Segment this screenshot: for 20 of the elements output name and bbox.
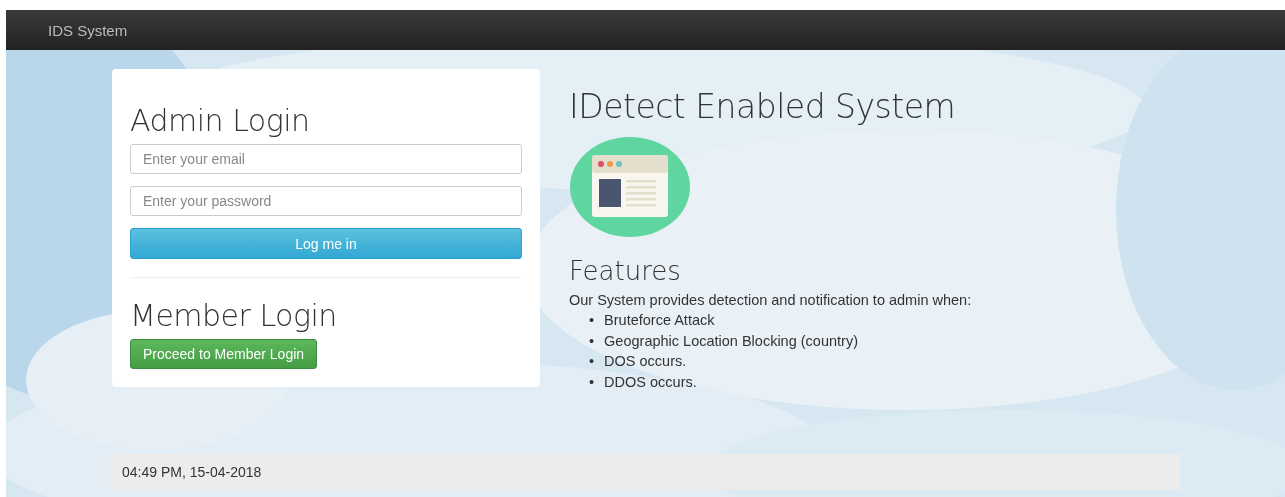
bullet: • (589, 372, 595, 392)
browser-window-icon (569, 136, 691, 238)
admin-login-heading: Admin Login (130, 103, 311, 138)
login-button[interactable]: Log me in (130, 228, 522, 259)
member-login-button[interactable]: Proceed to Member Login (130, 339, 318, 369)
feature-item: DDOS occurs. (604, 372, 697, 392)
bullet: • (589, 331, 595, 351)
feature-item: Geographic Location Blocking (country) (604, 331, 858, 351)
email-field[interactable]: Enter your email (130, 144, 522, 174)
system-title: IDetect Enabled System (569, 87, 957, 126)
feature-item: DOS occurs. (604, 352, 687, 371)
member-login-heading: Member Login (130, 298, 338, 333)
bullet: • (589, 352, 595, 371)
brand-name[interactable]: IDS System (48, 21, 128, 39)
features-intro: Our System provides detection and notification to admin when: (569, 292, 972, 308)
password-field[interactable]: Enter your password (130, 186, 522, 216)
features-heading: Features (569, 256, 682, 286)
bullet: • (589, 311, 595, 330)
timestamp: 04:49 PM, 15-04-2018 (122, 464, 262, 480)
feature-item: Bruteforce Attack (604, 311, 715, 330)
